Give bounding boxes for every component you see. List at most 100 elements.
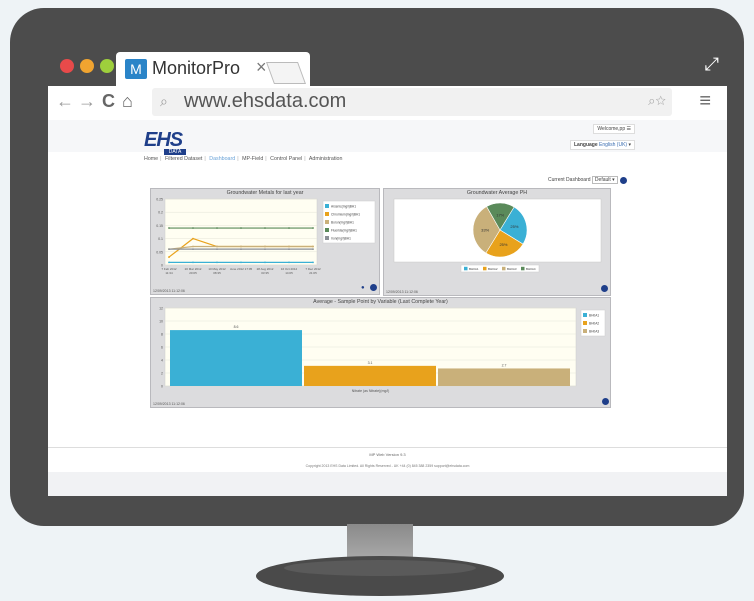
- average-bar-chart: 12 10 8 6 4 2 0 8.6 3.1 2.7 Nitrate (as Nitrate)(m…: [159, 307, 606, 393]
- language-value: English (UK): [599, 142, 628, 148]
- data-point: [312, 245, 314, 248]
- y-tick-label: 10: [159, 320, 163, 324]
- bar-value-label: 2.7: [502, 363, 507, 367]
- breadcrumb-filtered-dataset[interactable]: Filtered Dataset: [165, 156, 202, 162]
- data-point: [240, 227, 242, 229]
- address-url: www.ehsdata.com: [184, 90, 347, 112]
- average-settings-gear-icon[interactable]: [602, 398, 609, 405]
- ph-settings-gear-icon[interactable]: [601, 285, 608, 292]
- y-tick-label: 0.15: [156, 224, 163, 228]
- legend-label: BH0A3: [589, 330, 599, 334]
- data-point: [240, 245, 242, 248]
- data-point: [264, 261, 266, 264]
- legend-swatch: [325, 212, 329, 216]
- breadcrumb-home[interactable]: Home: [144, 156, 158, 162]
- bar: [438, 368, 570, 386]
- data-point: [216, 248, 218, 251]
- window-close-dot[interactable]: [60, 59, 74, 73]
- metals-zoom-icon[interactable]: ●: [361, 285, 365, 291]
- data-point: [288, 248, 290, 251]
- footer-divider: [48, 447, 727, 448]
- language-selector[interactable]: Language English (UK) ▾: [570, 140, 635, 150]
- page-viewport: EHS DATA Welcome,pp ☰ Language English (…: [48, 120, 727, 496]
- data-point: [168, 248, 170, 251]
- legend-label: Fluoride(mg/l)BH1: [331, 229, 357, 233]
- metals-panel-timestamp: 12/09/2013 11:12:06: [153, 289, 185, 293]
- legend-swatch: [583, 329, 587, 333]
- dashboard-select[interactable]: Default ▾: [591, 176, 618, 184]
- browser-nav-bar: ← → C ⌂ ⌕ www.ehsdata.com ⌕☆ ≡: [48, 86, 727, 120]
- data-point: [312, 261, 314, 264]
- x-tick-label: 11:34: [165, 271, 173, 275]
- y-tick-label: 2: [161, 372, 163, 376]
- data-point: [192, 248, 194, 251]
- breadcrumb-administration[interactable]: Administration: [309, 156, 343, 162]
- home-icon[interactable]: ⌂: [122, 91, 133, 112]
- welcome-text: Welcome,pp: [597, 126, 626, 132]
- data-point: [312, 227, 314, 229]
- legend-label: BH0A1: [589, 314, 599, 318]
- window-maximize-dot[interactable]: [100, 59, 114, 73]
- data-point: [264, 245, 266, 248]
- tab-title: MonitorPro: [152, 58, 241, 78]
- address-bar[interactable]: ⌕ www.ehsdata.com ⌕☆: [152, 88, 672, 116]
- x-tick-label: 21:05: [309, 271, 317, 275]
- metals-line-chart: 0.250.20.150.10.0507 Feb 201211:3420 Mar…: [156, 198, 376, 275]
- forward-arrow-icon[interactable]: →: [78, 91, 96, 112]
- y-tick-label: 0.1: [158, 237, 163, 241]
- pie-slice-label: 17%: [496, 213, 504, 218]
- back-arrow-icon[interactable]: ←: [56, 91, 74, 112]
- data-point: [288, 245, 290, 248]
- data-point: [168, 256, 170, 258]
- y-tick-label: 0.25: [156, 198, 163, 202]
- legend-label: Iron(mg/l)BH1: [331, 237, 351, 241]
- bar-value-label: 3.1: [368, 361, 373, 365]
- plot-area: [164, 198, 318, 266]
- metals-panel: Groundwater Metals for last year 0.25 0.2…: [150, 188, 380, 295]
- y-tick-label: 8: [161, 333, 163, 337]
- language-label: Language: [574, 142, 598, 148]
- x-category-label: Nitrate (as Nitrate)(mg/l): [352, 389, 390, 393]
- tab-close-icon[interactable]: ×: [256, 57, 267, 78]
- data-point: [264, 227, 266, 229]
- legend-swatch: [325, 236, 329, 240]
- breadcrumb-control-panel[interactable]: Control Panel: [270, 156, 302, 162]
- y-tick-label: 0.05: [156, 250, 163, 254]
- legend-label: BH0A2: [488, 267, 498, 271]
- bar-value-label: 8.6: [234, 325, 239, 329]
- data-point: [288, 261, 290, 264]
- metals-settings-gear-icon[interactable]: [370, 284, 377, 291]
- footer-version: MP Web Version 9.3: [369, 452, 406, 457]
- average-panel: Average - Sample Point by Variable (Last…: [150, 297, 611, 408]
- legend-swatch: [583, 321, 587, 325]
- legend-swatch: [583, 313, 587, 317]
- dashboard-label: Current Dashboard: [548, 177, 591, 183]
- y-tick-label: 6: [161, 346, 163, 350]
- ehs-data-logo[interactable]: EHS DATA: [144, 129, 186, 155]
- legend-label: Arsenic(mg/l)BH1: [331, 205, 356, 209]
- dashboard-value: Default: [594, 177, 611, 183]
- footer-bar: [48, 472, 727, 496]
- ph-panel: Groundwater Average PH 25% 25% 33% 17% BH0A1…: [383, 188, 611, 296]
- bar: [170, 330, 302, 386]
- average-panel-timestamp: 12/09/2013 11:12:06: [153, 402, 185, 406]
- legend-swatch: [483, 266, 487, 271]
- breadcrumb-mp-field[interactable]: MP-Field: [242, 156, 263, 162]
- window-minimize-dot[interactable]: [80, 59, 94, 73]
- data-point: [240, 248, 242, 251]
- y-tick-label: 0.2: [158, 211, 163, 215]
- dashboard-settings-gear-icon[interactable]: [620, 177, 627, 184]
- menu-icon[interactable]: ≡: [699, 90, 711, 113]
- x-tick-label: 03:35: [261, 271, 269, 275]
- user-icon: ☰: [626, 126, 631, 132]
- x-tick-label: June 2012 17:05: [230, 267, 253, 271]
- legend-label: BH0A4: [526, 267, 536, 271]
- breadcrumb-dashboard[interactable]: Dashboard: [209, 156, 235, 162]
- legend-swatch: [325, 228, 329, 232]
- welcome-user[interactable]: Welcome,pp ☰: [593, 124, 635, 134]
- bookmark-star-icon[interactable]: ⌕☆: [648, 93, 666, 109]
- reload-icon[interactable]: C: [102, 91, 115, 112]
- pie-slice-label: 25%: [510, 224, 518, 229]
- legend-swatch: [502, 266, 506, 271]
- expand-icon[interactable]: ⤢: [705, 54, 719, 75]
